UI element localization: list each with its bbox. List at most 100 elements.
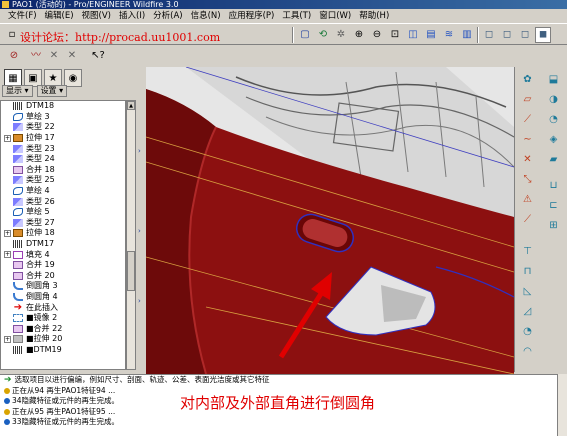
tree-item[interactable]: 合并 20 [3, 271, 125, 282]
menu-item[interactable]: 视图(V) [78, 9, 115, 23]
datum-curve-tool-icon[interactable]: ∼ [519, 131, 536, 148]
tree-item[interactable]: ➔ 在此插入 [3, 302, 125, 313]
message-line: 33隐藏特征或元件的再生完成。 [0, 417, 567, 428]
datum-point-icon[interactable]: ✕ [64, 48, 80, 64]
tree-item[interactable]: 类型 24 [3, 154, 125, 165]
show-dropdown[interactable]: 显示 ▾ [2, 85, 33, 97]
scroll-up-icon[interactable]: ▲ [127, 101, 135, 110]
model-tree-scrollbar[interactable]: ▲ [126, 100, 136, 370]
expand-icon[interactable]: + [4, 251, 11, 259]
view-manager-icon[interactable]: ▥ [459, 27, 475, 43]
boundary-blend-icon[interactable]: ◈ [545, 131, 562, 148]
round-icon [13, 292, 23, 301]
menu-item[interactable]: 分析(A) [149, 9, 186, 23]
tree-item[interactable]: 倒圆角 4 [3, 292, 125, 303]
collapse-arrow-icon[interactable]: › [138, 227, 144, 235]
panel-sash[interactable]: › › › [137, 67, 145, 372]
tree-item[interactable]: 类型 22 [3, 122, 125, 133]
settings-dropdown[interactable]: 设置 ▾ [36, 85, 68, 97]
reorient-icon[interactable]: ◫ [405, 27, 421, 43]
tree-item[interactable]: 草绘 3 [3, 112, 125, 123]
tree-item[interactable]: 合并 19 [3, 260, 125, 271]
menu-item[interactable]: 帮助(H) [355, 9, 393, 23]
tree-item[interactable]: ■DTM19 [3, 345, 125, 356]
no-hidden-icon[interactable]: ◻ [517, 27, 533, 43]
tree-item-label: 合并 18 [26, 164, 55, 174]
tree-item[interactable]: 类型 27 [3, 218, 125, 229]
tree-item-label: ■拉伸 20 [26, 334, 63, 344]
variable-sweep-icon[interactable]: ◔ [545, 111, 562, 128]
graphics-viewport[interactable] [146, 67, 514, 374]
tree-item-label: 类型 22 [26, 122, 55, 132]
style-tool-icon[interactable]: ▰ [545, 151, 562, 168]
tree-item[interactable]: DTM17 [3, 239, 125, 250]
expand-icon[interactable]: + [4, 229, 11, 237]
menu-item[interactable]: 插入(I) [115, 9, 149, 23]
tree-item[interactable]: ■合并 22 [3, 323, 125, 334]
menu-item[interactable]: 工具(T) [278, 9, 315, 23]
orient-icon[interactable]: ✲ [333, 27, 349, 43]
shell-tool-icon[interactable]: ◺ [519, 283, 536, 300]
tree-item[interactable]: 类型 25 [3, 175, 125, 186]
tree-item[interactable]: + ■拉伸 20 [3, 334, 125, 345]
hidden-line-icon[interactable]: ◻ [499, 27, 515, 43]
collapse-arrow-icon[interactable]: › [138, 297, 144, 305]
csys-tool-icon[interactable]: ⤡ [519, 171, 536, 188]
zoom-out-icon[interactable]: ⊖ [369, 27, 385, 43]
analysis-icon[interactable]: ⚠ [519, 191, 536, 208]
context-help-icon[interactable]: ↖? [90, 48, 106, 64]
trim-tool-icon[interactable]: ⊏ [545, 197, 562, 214]
wireframe-icon[interactable]: ◻ [481, 27, 497, 43]
expand-icon[interactable]: + [4, 335, 11, 343]
tree-item[interactable]: DTM18 [3, 101, 125, 112]
sketch-tool-icon[interactable]: 〰 [28, 48, 44, 64]
merge-tool-icon[interactable]: ⊔ [545, 177, 562, 194]
tree-item[interactable]: 类型 26 [3, 196, 125, 207]
menu-item[interactable]: 编辑(E) [41, 9, 78, 23]
tree-item[interactable]: + 拉伸 17 [3, 133, 125, 144]
repaint-icon[interactable]: ▢ [297, 27, 313, 43]
tree-item-label: 类型 27 [26, 217, 55, 227]
feature-tools-toolbar: ⬓ ◑ ◔ ◈ ▰ ⊔ ⊏ ⊞ [541, 67, 567, 372]
tree-item[interactable]: ■镜像 2 [3, 313, 125, 324]
new-file-icon[interactable]: ▫ [4, 27, 20, 43]
saved-views-icon[interactable]: ▤ [423, 27, 439, 43]
tree-item[interactable]: 草绘 4 [3, 186, 125, 197]
sweep-tool-icon[interactable]: ⊤ [519, 243, 536, 260]
revolve-tool-icon[interactable]: ◑ [545, 91, 562, 108]
datum-plane-tool-icon[interactable]: ▱ [519, 91, 536, 108]
scroll-thumb[interactable] [127, 251, 135, 291]
datum-axis-icon[interactable]: ✕ [46, 48, 62, 64]
draft-tool-icon[interactable]: ◿ [519, 303, 536, 320]
extrude-tool-icon[interactable]: ⬓ [545, 71, 562, 88]
datum-point-tool-icon[interactable]: ✕ [519, 151, 536, 168]
round-tool-icon[interactable]: ◠ [519, 343, 536, 360]
menu-item[interactable]: 窗口(W) [315, 9, 355, 23]
datum-display-icon[interactable]: ✿ [519, 71, 536, 88]
tree-item[interactable]: + 拉伸 18 [3, 228, 125, 239]
tree-item[interactable]: 合并 18 [3, 165, 125, 176]
shading-icon[interactable]: ◼ [535, 27, 551, 43]
tree-item[interactable]: 倒圆角 3 [3, 281, 125, 292]
refit-icon[interactable]: ⊡ [387, 27, 403, 43]
menu-item[interactable]: 信息(N) [187, 9, 225, 23]
edit-icon[interactable]: ⊘ [6, 48, 22, 64]
expand-icon[interactable]: + [4, 134, 11, 142]
datum-axis-tool-icon[interactable]: ⟋ [519, 111, 536, 128]
collapse-arrow-icon[interactable]: › [138, 147, 144, 155]
tree-item[interactable]: + 填充 4 [3, 249, 125, 260]
menu-item[interactable]: 文件(F) [4, 9, 41, 23]
message-text: 33隐藏特征或元件的再生完成。 [12, 417, 120, 426]
tree-item[interactable]: 类型 23 [3, 143, 125, 154]
blend-tool-icon[interactable]: ⊓ [519, 263, 536, 280]
zoom-in-icon[interactable]: ⊕ [351, 27, 367, 43]
insert-datum-icon[interactable]: ⟋ [519, 211, 536, 228]
tree-item[interactable]: 草绘 5 [3, 207, 125, 218]
menu-item[interactable]: 应用程序(P) [225, 9, 279, 23]
layers-icon[interactable]: ≋ [441, 27, 457, 43]
rib-tool-icon[interactable]: ◔ [519, 323, 536, 340]
spin-center-icon[interactable]: ⟲ [315, 27, 331, 43]
pattern-tool-icon[interactable]: ⊞ [545, 217, 562, 234]
message-scrollbar[interactable] [557, 374, 567, 436]
model-tree: DTM18 草绘 3 类型 22 + 拉伸 17 类型 23 类型 24 合并 18 类型 25… [0, 100, 126, 370]
